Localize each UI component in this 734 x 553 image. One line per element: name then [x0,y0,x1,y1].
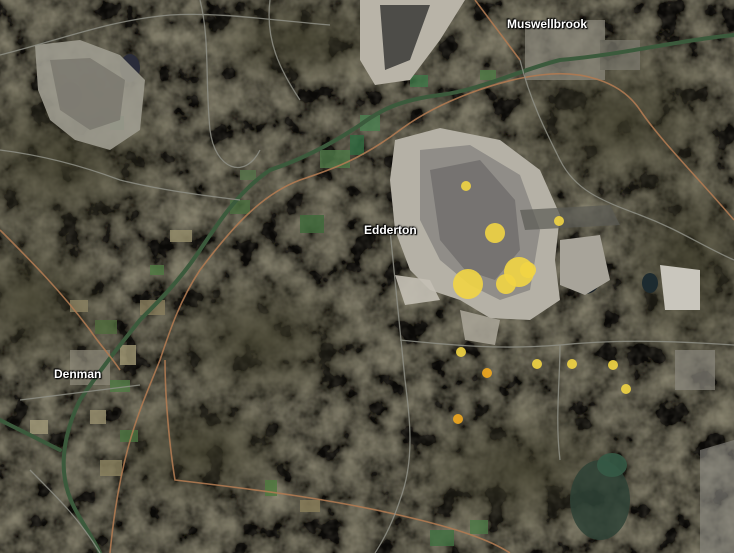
map-marker[interactable] [496,274,516,294]
map-marker[interactable] [482,368,492,378]
map-marker[interactable] [456,347,466,357]
map-view[interactable]: Muswellbrook Edderton Denman [0,0,734,553]
map-marker[interactable] [554,216,564,226]
map-marker[interactable] [532,359,542,369]
map-marker[interactable] [485,223,505,243]
map-marker[interactable] [621,384,631,394]
map-marker[interactable] [453,269,483,299]
map-marker[interactable] [461,181,471,191]
map-marker[interactable] [567,359,577,369]
map-marker[interactable] [520,262,536,278]
map-marker[interactable] [453,414,463,424]
marker-layer [453,181,631,424]
map-marker[interactable] [608,360,618,370]
